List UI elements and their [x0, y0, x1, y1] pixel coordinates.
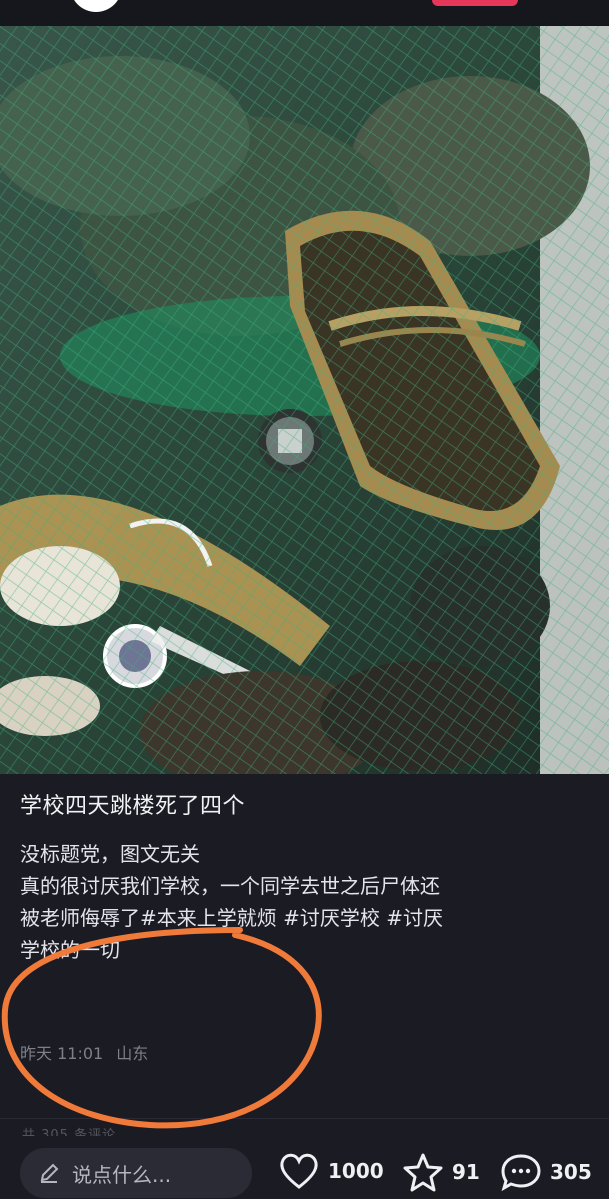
body-line: 真的很讨厌我们学校，一个同学去世之后尸体还: [20, 874, 440, 898]
divider: [0, 1118, 609, 1119]
like-button[interactable]: 1000: [278, 1152, 384, 1190]
hashtag[interactable]: #讨厌: [386, 906, 443, 930]
post-body: 没标题党，图文无关 真的很讨厌我们学校，一个同学去世之后尸体还 被老师侮辱了#本…: [20, 838, 595, 966]
comment-count: 305: [550, 1160, 592, 1184]
comment-button[interactable]: 305: [500, 1152, 592, 1192]
hashtag-continuation[interactable]: 学校的一切: [20, 938, 120, 962]
comment-icon: [501, 1154, 541, 1192]
pencil-icon: [40, 1163, 59, 1183]
post-time: 昨天 11:01: [20, 1044, 104, 1063]
star-button[interactable]: 91: [402, 1152, 480, 1192]
post-image[interactable]: [0, 26, 609, 774]
hashtag[interactable]: #讨厌学校: [283, 906, 380, 930]
post-meta: 昨天 11:01 山东: [20, 1040, 156, 1064]
like-count: 1000: [328, 1159, 384, 1183]
post-content: 学校四天跳楼死了四个 没标题党，图文无关 真的很讨厌我们学校，一个同学去世之后尸…: [20, 790, 595, 966]
star-icon: [403, 1153, 443, 1192]
avatar[interactable]: [70, 0, 122, 12]
body-line: 被老师侮辱了#本来上学就烦 #讨厌学校 #讨厌: [20, 902, 595, 934]
follow-button[interactable]: [432, 0, 518, 6]
top-bar: [0, 0, 609, 26]
comment-input[interactable]: 说点什么...: [20, 1148, 252, 1198]
body-line-text: 被老师侮辱了: [20, 906, 140, 930]
star-count: 91: [452, 1160, 480, 1184]
bottom-action-bar: 说点什么... 1000 91 305: [0, 1136, 609, 1199]
post-title: 学校四天跳楼死了四个: [20, 794, 246, 819]
post-location: 山东: [116, 1044, 149, 1063]
body-line: 学校的一切: [20, 934, 595, 966]
heart-icon: [280, 1153, 318, 1189]
hashtag[interactable]: #本来上学就烦: [140, 906, 277, 930]
comment-placeholder: 说点什么...: [72, 1162, 172, 1187]
body-line: 没标题党，图文无关: [20, 842, 200, 866]
